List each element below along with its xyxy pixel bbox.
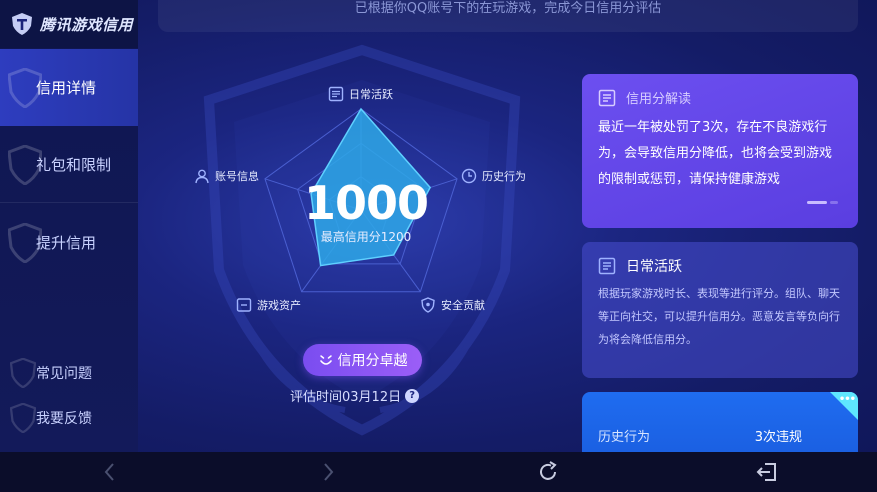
sidebar-item-gifts-limits[interactable]: 礼包和限制 — [0, 126, 138, 203]
history-key: 历史行为 — [598, 430, 651, 445]
credit-score-value: 1000 — [303, 176, 429, 230]
sidebar-item-improve-credit[interactable]: 提升信用 — [0, 204, 138, 281]
axis-label-text: 历史行为 — [482, 170, 526, 183]
sidebar-item-label: 礼包和限制 — [36, 156, 112, 174]
daily-active-card[interactable]: 日常活跃 根据玩家游戏时长、表现等进行评分。组队、聊天等正向社交，可以提升信用分… — [582, 242, 858, 378]
credit-interpretation-card[interactable]: 信用分解读 最近一年被处罚了3次，存在不良游戏行为，会导致信用分降低，也将会受到… — [582, 74, 858, 228]
box-icon — [236, 298, 252, 312]
axis-game-assets: 游戏资产 — [236, 297, 301, 313]
sidebar-divider — [0, 202, 138, 203]
sidebar-item-label: 信用详情 — [36, 79, 97, 97]
card-title: 信用分解读 — [626, 92, 692, 107]
shield-icon — [421, 297, 435, 313]
sidebar-item-credit-details[interactable]: 信用详情 — [0, 49, 138, 126]
axis-label-text: 安全贡献 — [441, 299, 485, 312]
more-icon[interactable]: ••• — [839, 394, 856, 405]
sidebar-item-feedback[interactable]: 我要反馈 — [0, 398, 138, 438]
sidebar-item-label: 我要反馈 — [36, 411, 92, 427]
axis-label-text: 日常活跃 — [349, 88, 393, 101]
app-root: 腾讯游戏信用 信用详情 礼包和限制 提升信用 常见问题 我要反馈 已根据你QQ账… — [0, 0, 877, 452]
sidebar: 腾讯游戏信用 信用详情 礼包和限制 提升信用 常见问题 我要反馈 — [0, 0, 138, 452]
refresh-icon[interactable] — [536, 460, 560, 484]
banner-text: 已根据你QQ账号下的在玩游戏，完成今日信用分评估 — [354, 1, 662, 16]
card-body: 根据玩家游戏时长、表现等进行评分。组队、聊天等正向社交，可以提升信用分。恶意发言… — [598, 287, 840, 346]
card-header: 日常活跃 — [598, 256, 842, 276]
smile-icon — [319, 355, 332, 365]
axis-daily-active: 日常活跃 — [328, 86, 393, 102]
axis-account-info: 账号信息 — [194, 168, 259, 184]
clock-icon — [461, 168, 477, 184]
evaluation-time: 评估时间03月12日 ? — [290, 386, 440, 405]
badge-label: 信用分卓越 — [337, 353, 408, 369]
indicator-inactive — [830, 201, 838, 204]
sidebar-item-label: 提升信用 — [36, 234, 97, 252]
back-chevron-icon[interactable] — [98, 460, 122, 484]
help-icon[interactable]: ? — [405, 388, 420, 403]
card-title: 日常活跃 — [626, 259, 682, 275]
document-icon — [328, 86, 344, 102]
system-navigation-bar — [0, 452, 877, 492]
credit-score-max: 最高信用分1200 — [320, 230, 412, 244]
axis-label-text: 游戏资产 — [257, 299, 301, 312]
shield-logo-icon — [12, 13, 32, 35]
sidebar-item-faq[interactable]: 常见问题 — [0, 353, 138, 393]
shield-icon — [10, 403, 36, 433]
axis-history-behavior: 历史行为 — [461, 168, 526, 184]
carousel-indicator — [804, 201, 838, 204]
history-row: 历史行为 3次违规 — [598, 426, 842, 445]
credit-level-badge[interactable]: 信用分卓越 — [303, 344, 422, 376]
history-behavior-card[interactable]: ••• 历史行为 3次违规 — [582, 392, 858, 452]
axis-label-text: 账号信息 — [215, 170, 259, 183]
history-value: 3次违规 — [754, 430, 802, 445]
forward-chevron-icon[interactable] — [316, 460, 340, 484]
sidebar-item-label: 常见问题 — [36, 366, 92, 382]
axis-security-contribution: 安全贡献 — [420, 297, 485, 313]
exit-icon[interactable] — [755, 460, 779, 484]
app-title: 腾讯游戏信用 — [40, 15, 134, 34]
document-icon — [598, 257, 616, 275]
indicator-active — [807, 201, 827, 204]
card-body: 最近一年被处罚了3次，存在不良游戏行为，会导致信用分降低，也将会受到游戏的限制或… — [598, 120, 833, 187]
status-banner: 已根据你QQ账号下的在玩游戏，完成今日信用分评估 — [158, 0, 858, 32]
card-header: 信用分解读 — [598, 88, 842, 107]
app-logo: 腾讯游戏信用 — [0, 0, 138, 48]
shield-icon — [10, 358, 36, 388]
evaluation-time-label: 评估时间03月12日 — [290, 390, 402, 405]
document-icon — [598, 89, 616, 106]
user-icon — [195, 169, 209, 184]
